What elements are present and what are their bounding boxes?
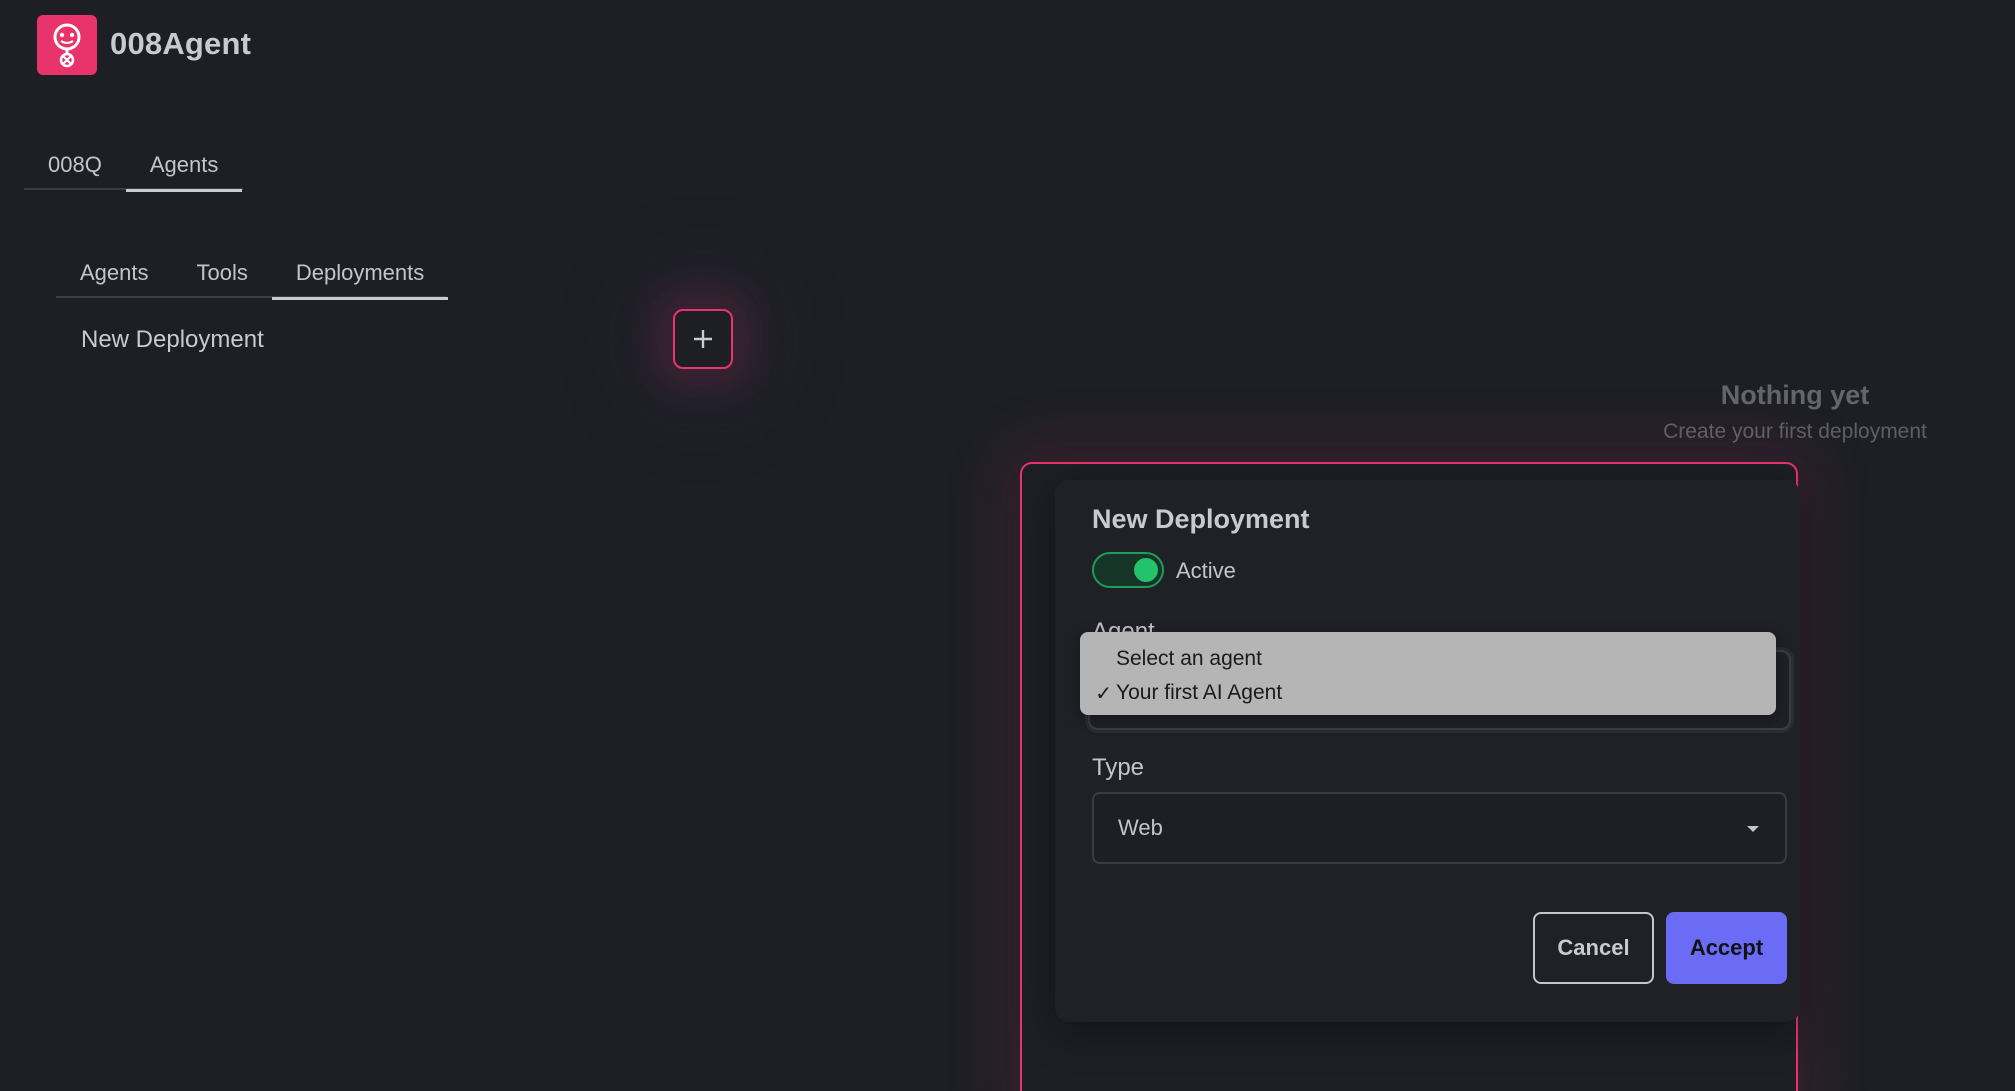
cancel-button[interactable]: Cancel: [1533, 912, 1654, 984]
type-select[interactable]: Web: [1092, 792, 1787, 864]
option-label: Select an agent: [1116, 647, 1262, 670]
deployment-list-title: New Deployment: [81, 326, 264, 353]
option-check: ✓: [1095, 682, 1112, 705]
tab-agents[interactable]: Agents: [125, 146, 243, 192]
top-nav-tabs: 008Q Agents: [24, 146, 243, 192]
brand-logo[interactable]: [37, 15, 97, 75]
app-root: 008Agent 008Q Agents Agents Tools Deploy…: [0, 0, 2015, 1091]
accept-button[interactable]: Accept: [1666, 912, 1787, 984]
add-deployment-button[interactable]: [673, 309, 733, 369]
active-toggle-label: Active: [1176, 558, 1236, 583]
option-label: Your first AI Agent: [1116, 681, 1283, 704]
type-select-value: Web: [1118, 815, 1163, 840]
tab-008q[interactable]: 008Q: [24, 146, 126, 190]
type-field-label: Type: [1092, 754, 1145, 781]
active-toggle[interactable]: [1092, 552, 1164, 588]
chevron-down-icon: [1747, 826, 1759, 832]
empty-state-title: Nothing yet: [1720, 380, 1870, 410]
plus-icon: [694, 330, 712, 348]
subtab-agents[interactable]: Agents: [56, 254, 173, 298]
agent-options-dropdown: Select an agent ✓ Your first AI Agent: [1080, 632, 1776, 715]
robot-icon: [53, 23, 81, 68]
empty-state-subtitle: Create your first deployment: [1663, 420, 1927, 443]
brand-name: 008Agent: [110, 26, 252, 61]
toggle-knob: [1134, 558, 1158, 582]
agent-option-placeholder[interactable]: Select an agent: [1080, 642, 1776, 676]
sub-nav-tabs: Agents Tools Deployments: [56, 254, 449, 300]
subtab-tools[interactable]: Tools: [173, 254, 272, 298]
subtab-deployments[interactable]: Deployments: [271, 254, 449, 300]
modal-title: New Deployment: [1092, 504, 1310, 534]
agent-option-first-ai-agent[interactable]: ✓ Your first AI Agent: [1080, 676, 1776, 710]
